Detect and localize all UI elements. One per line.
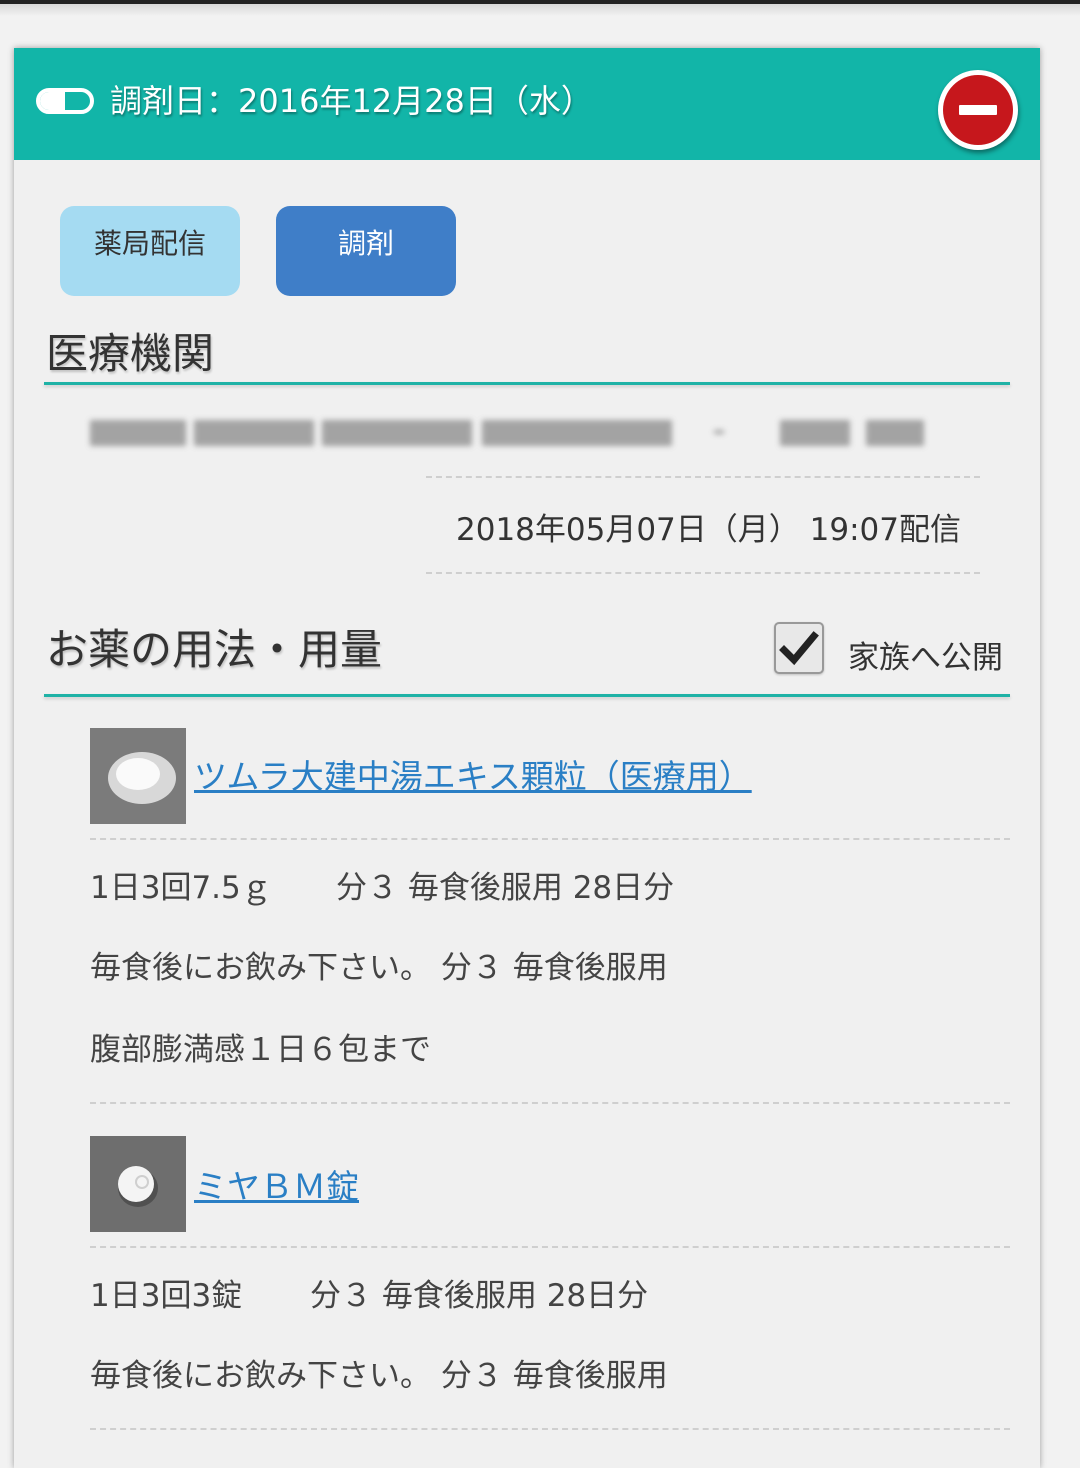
divider: [90, 1246, 1010, 1248]
minus-circle-icon: [943, 75, 1013, 145]
medicine-link[interactable]: ツムラ大建中湯エキス顆粒（医療用）: [194, 750, 752, 798]
usage-rule: [44, 694, 1010, 697]
tablet-medicine-image: [90, 1136, 186, 1232]
delete-button[interactable]: [938, 70, 1018, 150]
medicine-timing: 分３ 毎食後服用 28日分: [336, 870, 675, 906]
usage-heading: お薬の用法・用量: [46, 625, 383, 674]
divider: [90, 838, 1010, 840]
pill-icon: [36, 88, 94, 114]
institution-heading: 医療機関: [46, 329, 215, 378]
prescription-card: 調剤日：2016年12月28日（水） 薬局配信 調剤 医療機関 2018年05月…: [14, 48, 1040, 1468]
divider: [90, 1428, 1010, 1430]
share-family-checkbox[interactable]: [774, 622, 824, 674]
institution-name-redacted: [90, 416, 924, 450]
medicine-link[interactable]: ミヤＢＭ錠: [194, 1160, 359, 1208]
medicine-instruction: 毎食後にお飲み下さい。 分３ 毎食後服用: [90, 1358, 668, 1394]
medicine-dosage: 1日3回7.5ｇ: [90, 870, 272, 906]
medicine-instruction: 毎食後にお飲み下さい。 分３ 毎食後服用: [90, 950, 668, 986]
status-shadow: [0, 4, 1080, 16]
divider: [426, 476, 980, 478]
medicine-dosage: 1日3回3錠: [90, 1278, 243, 1314]
dispense-date-title: 調剤日：2016年12月28日（水）: [110, 82, 593, 120]
minus-bar: [959, 105, 997, 115]
medicine-timing: 分３ 毎食後服用 28日分: [310, 1278, 649, 1314]
granule-medicine-image: [90, 728, 186, 824]
pharmacy-delivery-button[interactable]: 薬局配信: [60, 206, 240, 296]
card-header: 調剤日：2016年12月28日（水）: [14, 48, 1040, 160]
divider: [426, 572, 980, 574]
checkmark-icon: [779, 631, 819, 666]
dispense-button[interactable]: 調剤: [276, 206, 456, 296]
medicine-note: 腹部膨満感１日６包まで: [90, 1032, 431, 1068]
institution-rule: [44, 382, 1010, 385]
share-family-label: 家族へ公開: [848, 640, 1003, 676]
divider: [90, 1102, 1010, 1104]
delivery-datetime: 2018年05月07日（月） 19:07配信: [456, 512, 961, 548]
